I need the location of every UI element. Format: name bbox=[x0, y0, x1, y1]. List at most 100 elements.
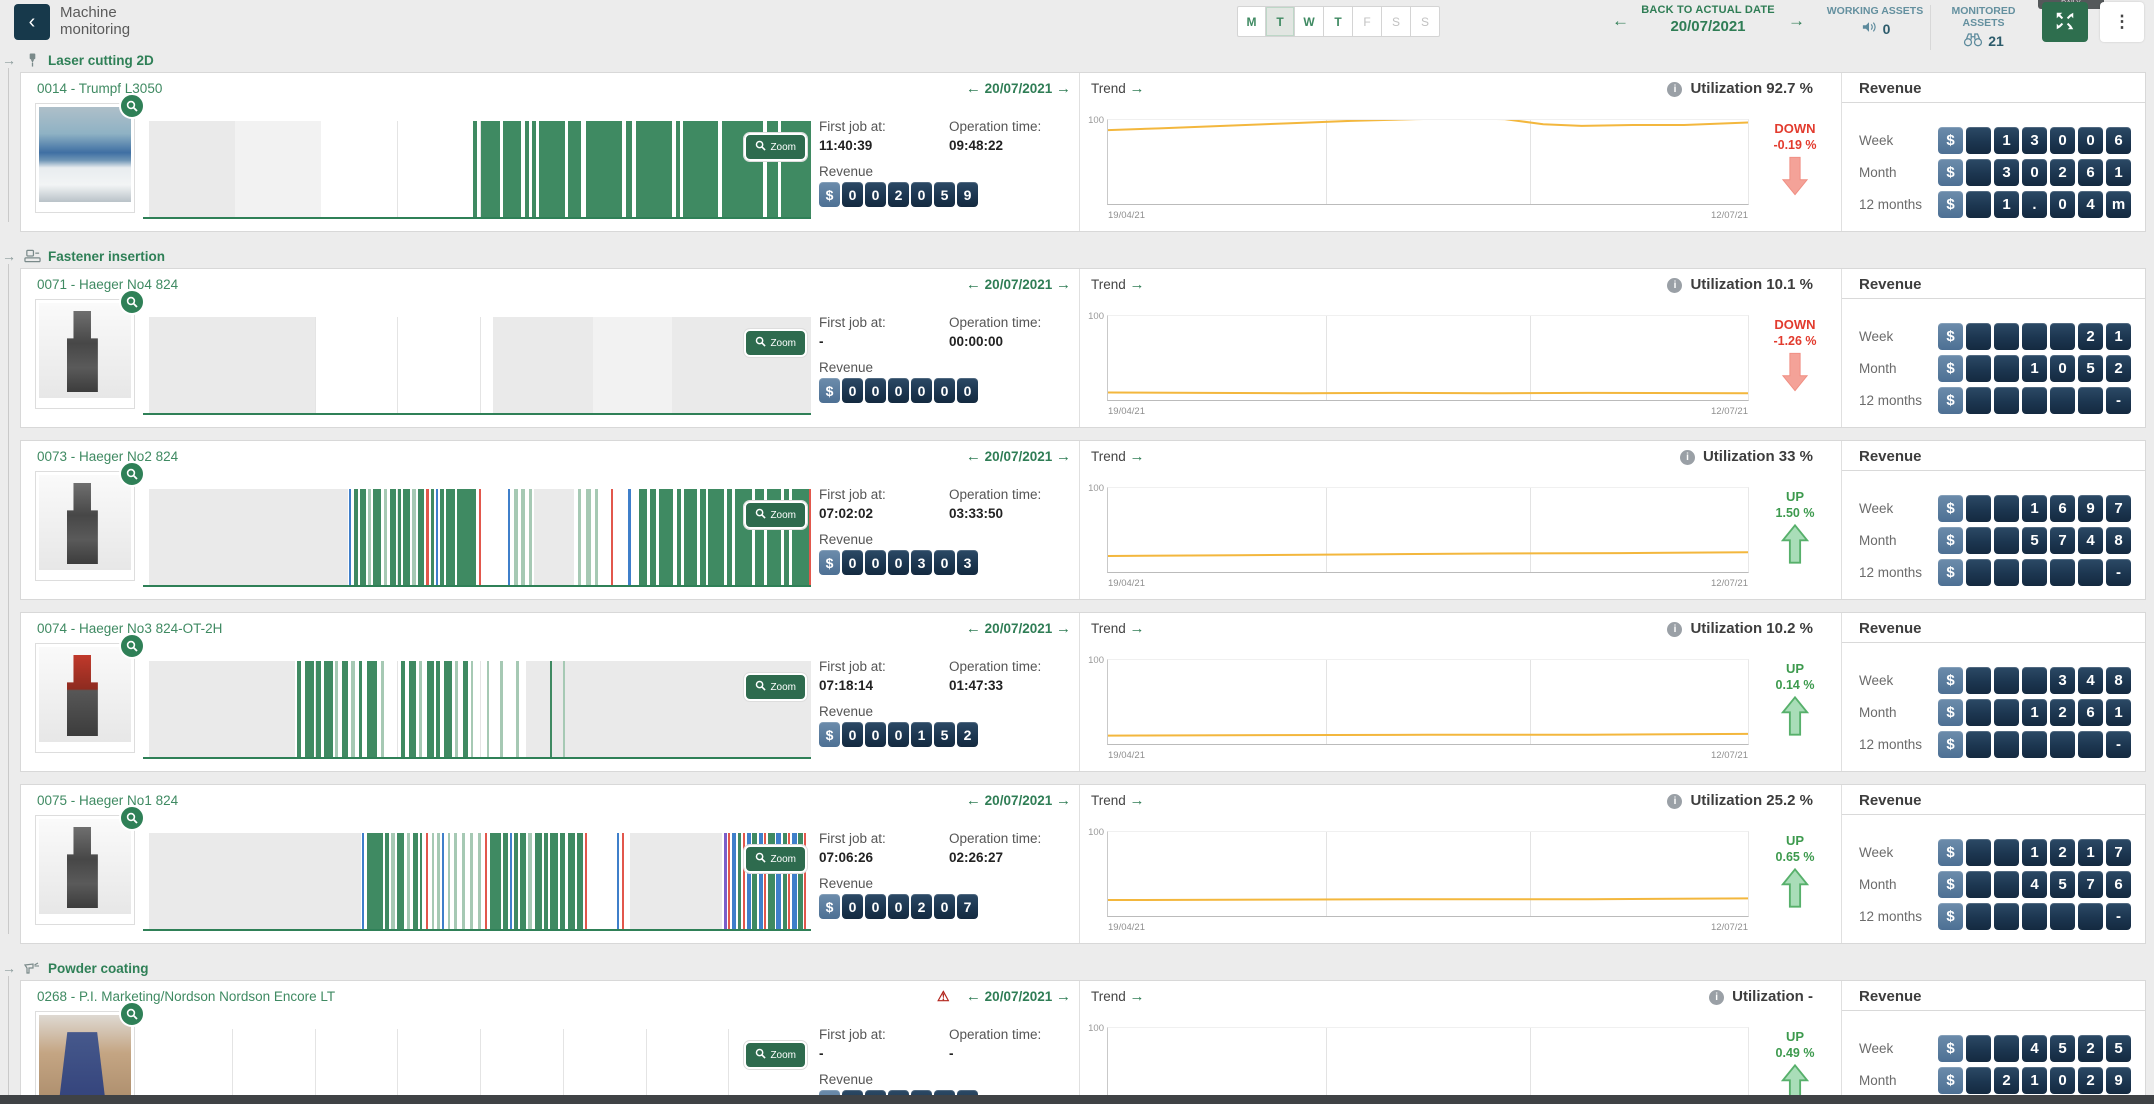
day-button-6[interactable]: S bbox=[1411, 6, 1440, 37]
trend-chart[interactable]: 100 19/04/21 12/07/21 bbox=[1107, 315, 1749, 401]
top-bar: ‹ Machine monitoring MTWTFSS ← BACK TO A… bbox=[0, 0, 2154, 44]
day-button-4[interactable]: F bbox=[1353, 6, 1382, 37]
prev-day-icon[interactable]: ← bbox=[966, 448, 981, 465]
prev-day-icon[interactable]: ← bbox=[966, 80, 981, 97]
timeline-segment bbox=[532, 121, 537, 217]
trend-header[interactable]: Trend → bbox=[1091, 792, 1145, 809]
magnifier-badge-icon[interactable] bbox=[119, 1001, 145, 1027]
next-day-icon[interactable]: → bbox=[1056, 792, 1071, 809]
digit-box: 2 bbox=[2078, 323, 2103, 350]
date-navigator: ← 20/07/2021 → bbox=[921, 620, 1071, 637]
timeline-segment bbox=[436, 661, 440, 757]
trend-header[interactable]: Trend → bbox=[1091, 620, 1145, 637]
timeline-zoom-button[interactable]: Zoom bbox=[744, 1041, 807, 1069]
machine-name[interactable]: 0071 - Haeger No4 824 bbox=[37, 277, 178, 292]
machine-photo[interactable] bbox=[35, 815, 135, 925]
machine-silhouette bbox=[67, 483, 98, 565]
revenue-header: Revenue bbox=[1859, 792, 1922, 809]
back-button[interactable]: ‹ bbox=[14, 4, 50, 40]
magnifier-badge-icon[interactable] bbox=[119, 93, 145, 119]
timeline-chart[interactable]: Zoom bbox=[149, 489, 811, 585]
trend-header[interactable]: Trend → bbox=[1091, 80, 1145, 97]
trend-chart[interactable]: 100 19/04/21 12/07/21 bbox=[1107, 831, 1749, 917]
day-button-2[interactable]: W bbox=[1295, 6, 1324, 37]
trend-chart[interactable]: 100 19/04/21 12/07/21 bbox=[1107, 487, 1749, 573]
zoom-button-label: Zoom bbox=[770, 1050, 796, 1061]
trend-change-value: -1.26 % bbox=[1759, 334, 1831, 348]
digit-box: 6 bbox=[2106, 871, 2131, 898]
back-to-actual-date-button[interactable]: BACK TO ACTUAL DATE 20/07/2021 bbox=[1633, 4, 1783, 35]
prev-date-icon[interactable]: ← bbox=[1612, 11, 1629, 31]
operation-time-label: Operation time: bbox=[949, 659, 1041, 674]
timeline-segment bbox=[684, 489, 697, 585]
trend-header[interactable]: Trend → bbox=[1091, 276, 1145, 293]
section-header: →Laser cutting 2D bbox=[0, 48, 2154, 72]
timeline-zoom-button[interactable]: Zoom bbox=[744, 845, 807, 873]
digit-box bbox=[1994, 731, 2019, 758]
timeline-chart[interactable]: Zoom bbox=[149, 833, 811, 929]
trend-arrow bbox=[1759, 155, 1831, 202]
info-icon[interactable]: i bbox=[1667, 794, 1682, 809]
machine-photo[interactable] bbox=[35, 299, 135, 409]
machine-photo[interactable] bbox=[35, 471, 135, 581]
next-day-icon[interactable]: → bbox=[1056, 448, 1071, 465]
section-title: Fastener insertion bbox=[48, 249, 165, 264]
machine-photo[interactable] bbox=[35, 103, 135, 213]
machine-photo[interactable] bbox=[35, 1011, 135, 1104]
next-date-icon[interactable]: → bbox=[1788, 11, 1805, 31]
next-day-icon[interactable]: → bbox=[1056, 80, 1071, 97]
info-icon[interactable]: i bbox=[1680, 450, 1695, 465]
magnifier-badge-icon[interactable] bbox=[119, 461, 145, 487]
info-icon[interactable]: i bbox=[1709, 990, 1724, 1005]
magnifier-icon bbox=[755, 680, 766, 694]
revenue-12-months-row: 12 months $- bbox=[1859, 903, 2131, 930]
info-icon[interactable]: i bbox=[1667, 622, 1682, 637]
magnifier-badge-icon[interactable] bbox=[119, 633, 145, 659]
day-button-5[interactable]: S bbox=[1382, 6, 1411, 37]
machine-card: 0075 - Haeger No1 824 ← 20/07/2021 → Tre… bbox=[20, 784, 2146, 944]
timeline-zoom-button[interactable]: Zoom bbox=[744, 501, 807, 529]
timeline-segment bbox=[426, 489, 428, 585]
machine-name[interactable]: 0073 - Haeger No2 824 bbox=[37, 449, 178, 464]
timeline-chart[interactable]: Zoom bbox=[149, 661, 811, 757]
fullscreen-button[interactable] bbox=[2042, 2, 2088, 42]
info-icon[interactable]: i bbox=[1667, 278, 1682, 293]
y-axis-tick-100: 100 bbox=[1080, 115, 1104, 126]
digit-box: 0 bbox=[888, 378, 909, 403]
digit-box: 1 bbox=[2022, 495, 2047, 522]
day-button-1[interactable]: T bbox=[1266, 6, 1295, 37]
prev-day-icon[interactable]: ← bbox=[966, 988, 981, 1005]
day-button-3[interactable]: T bbox=[1324, 6, 1353, 37]
trend-chart[interactable]: 100 19/04/21 12/07/21 bbox=[1107, 1027, 1749, 1104]
menu-button[interactable]: ⋮ bbox=[2100, 2, 2144, 42]
next-day-icon[interactable]: → bbox=[1056, 620, 1071, 637]
timeline-segment bbox=[563, 661, 566, 757]
timeline-chart[interactable]: Zoom bbox=[149, 317, 811, 413]
machine-name[interactable]: 0075 - Haeger No1 824 bbox=[37, 793, 178, 808]
trend-header[interactable]: Trend → bbox=[1091, 988, 1145, 1005]
timeline-zoom-button[interactable]: Zoom bbox=[744, 329, 807, 357]
trend-chart[interactable]: 100 19/04/21 12/07/21 bbox=[1107, 119, 1749, 205]
prev-day-icon[interactable]: ← bbox=[966, 276, 981, 293]
timeline-chart[interactable]: Zoom bbox=[149, 1029, 811, 1104]
timeline-zoom-button[interactable]: Zoom bbox=[744, 133, 807, 161]
machine-photo[interactable] bbox=[35, 643, 135, 753]
prev-day-icon[interactable]: ← bbox=[966, 792, 981, 809]
info-icon[interactable]: i bbox=[1667, 82, 1682, 97]
trend-header-label: Trend bbox=[1091, 449, 1126, 464]
magnifier-badge-icon[interactable] bbox=[119, 289, 145, 315]
trend-chart[interactable]: 100 19/04/21 12/07/21 bbox=[1107, 659, 1749, 745]
machine-name[interactable]: 0014 - Trumpf L3050 bbox=[37, 81, 162, 96]
magnifier-badge-icon[interactable] bbox=[119, 805, 145, 831]
trend-header[interactable]: Trend → bbox=[1091, 448, 1145, 465]
next-day-icon[interactable]: → bbox=[1056, 988, 1071, 1005]
timeline-zoom-button[interactable]: Zoom bbox=[744, 673, 807, 701]
day-button-0[interactable]: M bbox=[1237, 6, 1266, 37]
timeline-chart[interactable]: Zoom bbox=[149, 121, 811, 217]
machine-name[interactable]: 0268 - P.I. Marketing/Nordson Nordson En… bbox=[37, 989, 335, 1004]
digit-box: 7 bbox=[2106, 495, 2131, 522]
prev-day-icon[interactable]: ← bbox=[966, 620, 981, 637]
timeline-baseline bbox=[143, 413, 811, 415]
machine-photo-image bbox=[39, 1015, 131, 1104]
next-day-icon[interactable]: → bbox=[1056, 276, 1071, 293]
